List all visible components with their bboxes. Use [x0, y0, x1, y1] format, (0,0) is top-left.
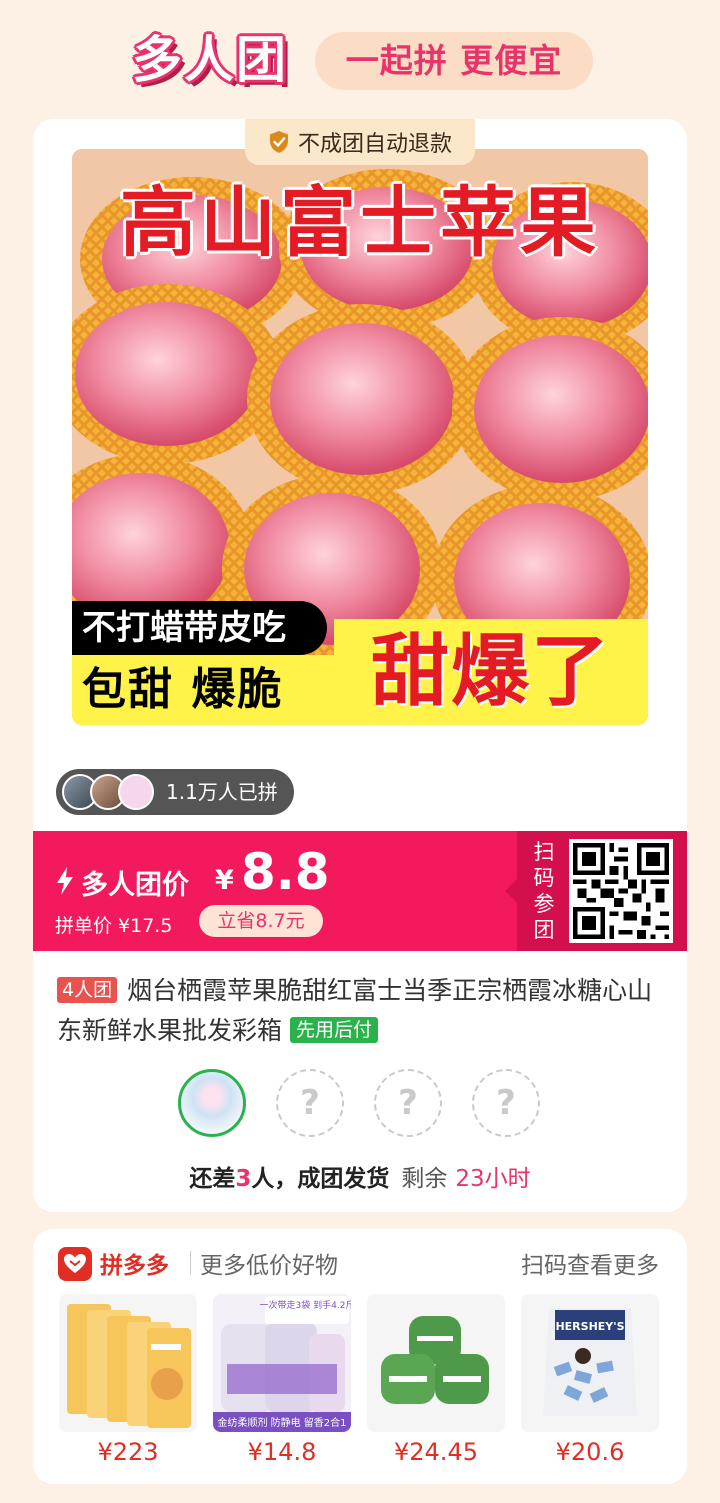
- product-title[interactable]: 4人团 烟台栖霞苹果脆甜红富士当季正宗栖霞冰糖心山东新鲜水果批发彩箱 先用后付: [57, 971, 663, 1051]
- joined-count-text: 1.1万人已拼: [166, 780, 278, 804]
- recommend-card: 拼多多 更多低价好物 扫码查看更多 ¥223 金纺柔顺剂 防静电 留香2合1 一…: [33, 1229, 687, 1484]
- refund-guarantee-text: 不成团自动退款: [297, 132, 452, 157]
- price-bar: 多人团价 ¥ 8.8 拼单价 ¥17.5 立省8.7元 扫码参团: [33, 831, 687, 951]
- group-size-badge: 4人团: [57, 977, 118, 1003]
- image-tag-super-sweet: 甜爆了: [334, 619, 648, 725]
- product-thumbnail: [367, 1294, 505, 1432]
- qr-code-icon: [573, 843, 669, 939]
- group-status: 还差3人，成团发货 剩余 23小时: [33, 1159, 687, 1193]
- recommend-item[interactable]: 金纺柔顺剂 防静电 留香2合1 一次带走3袋 到手4.2斤 ¥14.8: [213, 1294, 351, 1466]
- image-tag-sweet-crisp: 包甜 爆脆: [72, 655, 342, 725]
- scan-to-join-label: 扫码参团: [533, 840, 555, 942]
- recommend-item[interactable]: HERSHEY'S ¥20.6: [521, 1294, 659, 1466]
- joined-count-badge: 1.1万人已拼: [56, 769, 294, 815]
- lightning-icon: [57, 867, 73, 895]
- recommend-items: ¥223 金纺柔顺剂 防静电 留香2合1 一次带走3袋 到手4.2斤 ¥14.8: [59, 1294, 661, 1474]
- empty-slot[interactable]: ?: [276, 1069, 344, 1137]
- host-avatar: [178, 1069, 246, 1137]
- thumbnail-brand-text: HERSHEY'S: [555, 1320, 624, 1333]
- cat-food-bags-image: [59, 1294, 197, 1432]
- currency-symbol: ¥: [215, 865, 234, 896]
- product-thumbnail: HERSHEY'S: [521, 1294, 659, 1432]
- divider: [190, 1251, 191, 1275]
- hersheys-chocolate-image: HERSHEY'S: [521, 1294, 659, 1432]
- thumbnail-banner-text: 一次带走3袋 到手4.2斤: [260, 1299, 351, 1311]
- item-price: ¥223: [97, 1438, 159, 1466]
- recommend-subtitle: 更多低价好物: [200, 1253, 338, 1279]
- image-tag-no-wax: 不打蜡带皮吃: [72, 601, 327, 655]
- group-buy-card: 不成团自动退款 高山富士苹果 不打蜡带皮吃 包甜 爆脆 甜爆了 1.1万人已拼 …: [33, 119, 687, 1212]
- pinduoduo-logo-icon: [58, 1247, 92, 1281]
- brand-logo: 多人团: [132, 31, 288, 89]
- status-suffix: 人，成团发货: [251, 1166, 390, 1192]
- empty-slot[interactable]: ?: [374, 1069, 442, 1137]
- single-price: 拼单价 ¥17.5: [55, 915, 173, 937]
- item-price: ¥24.45: [394, 1438, 478, 1466]
- savings-badge: 立省8.7元: [199, 905, 323, 937]
- scan-more-link[interactable]: 扫码查看更多: [521, 1246, 659, 1280]
- status-count: 3: [235, 1166, 252, 1192]
- cotton-towel-rolls-image: [367, 1294, 505, 1432]
- thumbnail-footer-text: 金纺柔顺剂 防静电 留香2合1: [217, 1416, 346, 1429]
- remain-time: 23小时: [455, 1166, 531, 1192]
- shield-check-icon: [269, 131, 288, 153]
- participant-slots: ? ? ?: [178, 1069, 548, 1139]
- fabric-softener-image: 金纺柔顺剂 防静电 留香2合1 一次带走3袋 到手4.2斤: [213, 1294, 351, 1432]
- product-image[interactable]: 高山富士苹果 不打蜡带皮吃 包甜 爆脆 甜爆了: [72, 149, 648, 725]
- product-thumbnail: [59, 1294, 197, 1432]
- empty-slot[interactable]: ?: [472, 1069, 540, 1137]
- item-price: ¥20.6: [555, 1438, 625, 1466]
- scan-to-join[interactable]: 扫码参团: [505, 831, 687, 951]
- pay-later-badge: 先用后付: [290, 1017, 379, 1043]
- remain-label: 剩余: [401, 1166, 448, 1192]
- product-thumbnail: 金纺柔顺剂 防静电 留香2合1 一次带走3袋 到手4.2斤: [213, 1294, 351, 1432]
- group-price-label: 多人团价: [81, 870, 189, 901]
- avatar: [118, 774, 154, 810]
- slogan-pill: 一起拼 更便宜: [315, 32, 593, 90]
- recommend-item[interactable]: ¥223: [59, 1294, 197, 1466]
- header: 多人团 一起拼 更便宜: [0, 0, 720, 118]
- group-price: 8.8: [241, 843, 330, 901]
- image-headline: 高山富士苹果: [120, 178, 600, 267]
- recommend-item[interactable]: ¥24.45: [367, 1294, 505, 1466]
- item-price: ¥14.8: [247, 1438, 317, 1466]
- status-prefix: 还差: [189, 1166, 236, 1192]
- refund-guarantee-tab: 不成团自动退款: [245, 119, 475, 165]
- platform-name: 拼多多: [100, 1253, 169, 1279]
- qr-code[interactable]: [569, 839, 673, 943]
